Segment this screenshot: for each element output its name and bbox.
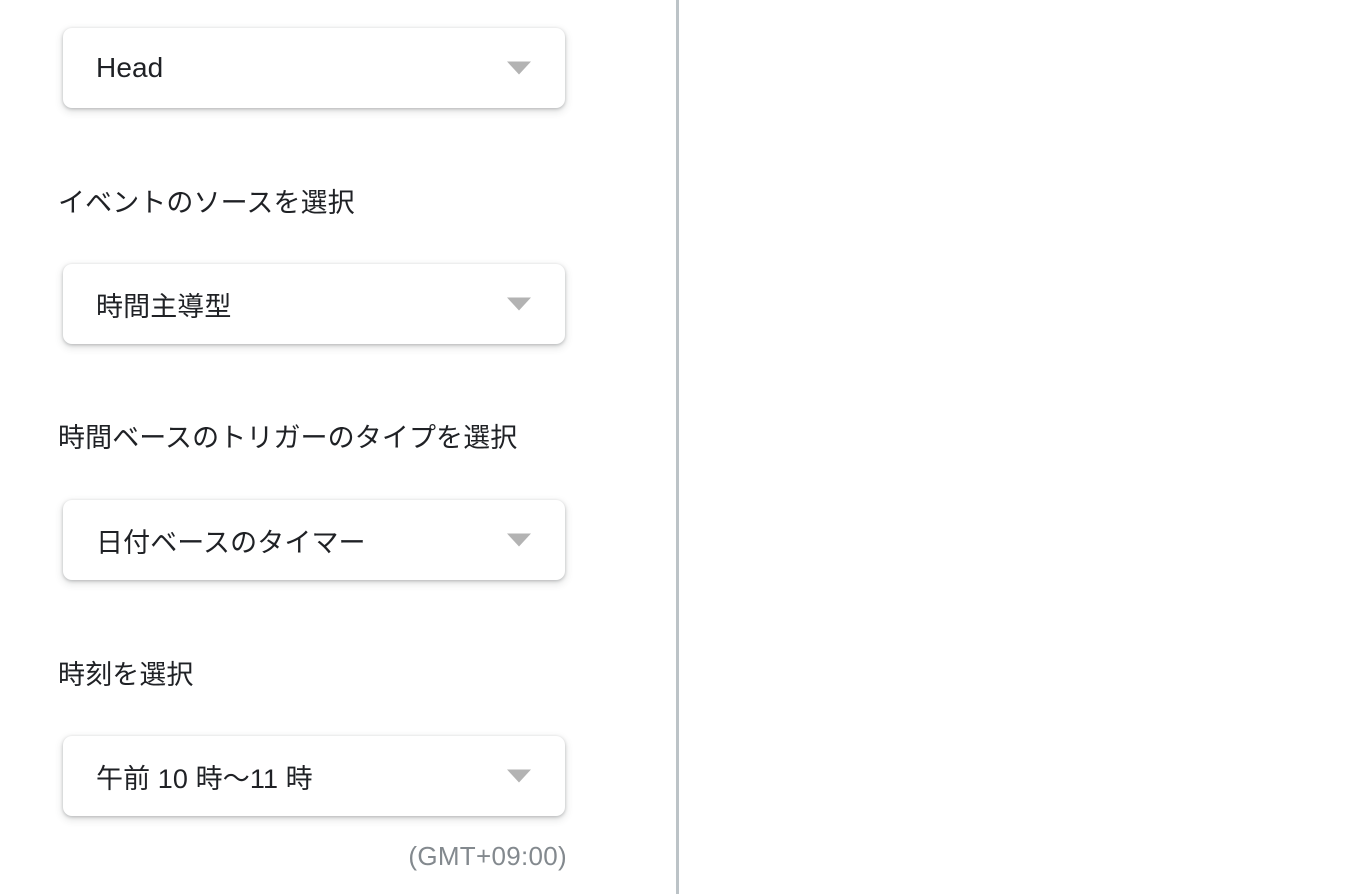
trigger-type-label: 時間ベースのトリガーのタイプを選択 — [58, 423, 518, 453]
event-source-label: イベントのソースを選択 — [58, 188, 355, 218]
chevron-down-icon[interactable] — [507, 61, 531, 75]
field-group-event-source: イベントのソースを選択 時間主導型 — [0, 150, 677, 385]
field-group-time-of-day: 時刻を選択 午前 10 時〜11 時 (GMT+09:00) — [0, 620, 677, 894]
field-group-head: Head — [0, 0, 677, 150]
left-settings-pane: Head イベントのソースを選択 時間主導型 時間ベースのトリガーのタイプを選択… — [0, 0, 677, 894]
chevron-down-icon[interactable] — [507, 769, 531, 783]
time-of-day-label: 時刻を選択 — [58, 660, 194, 690]
trigger-type-select[interactable]: 日付ベースのタイマー — [63, 500, 565, 580]
time-of-day-select-value: 午前 10 時〜11 時 — [96, 763, 313, 794]
time-of-day-select[interactable]: 午前 10 時〜11 時 — [63, 736, 565, 816]
event-source-select[interactable]: 時間主導型 — [63, 264, 565, 344]
field-group-trigger-type: 時間ベースのトリガーのタイプを選択 日付ベースのタイマー — [0, 385, 677, 620]
right-content-pane — [679, 0, 1366, 894]
chevron-down-icon[interactable] — [507, 533, 531, 547]
settings-screen: Head イベントのソースを選択 時間主導型 時間ベースのトリガーのタイプを選択… — [0, 0, 1366, 894]
head-select-value: Head — [96, 52, 164, 83]
trigger-type-select-value: 日付ベースのタイマー — [96, 527, 366, 558]
chevron-down-icon[interactable] — [507, 297, 531, 311]
timezone-helper-text: (GMT+09:00) — [408, 841, 567, 871]
event-source-select-value: 時間主導型 — [96, 291, 232, 322]
head-select[interactable]: Head — [63, 28, 565, 108]
